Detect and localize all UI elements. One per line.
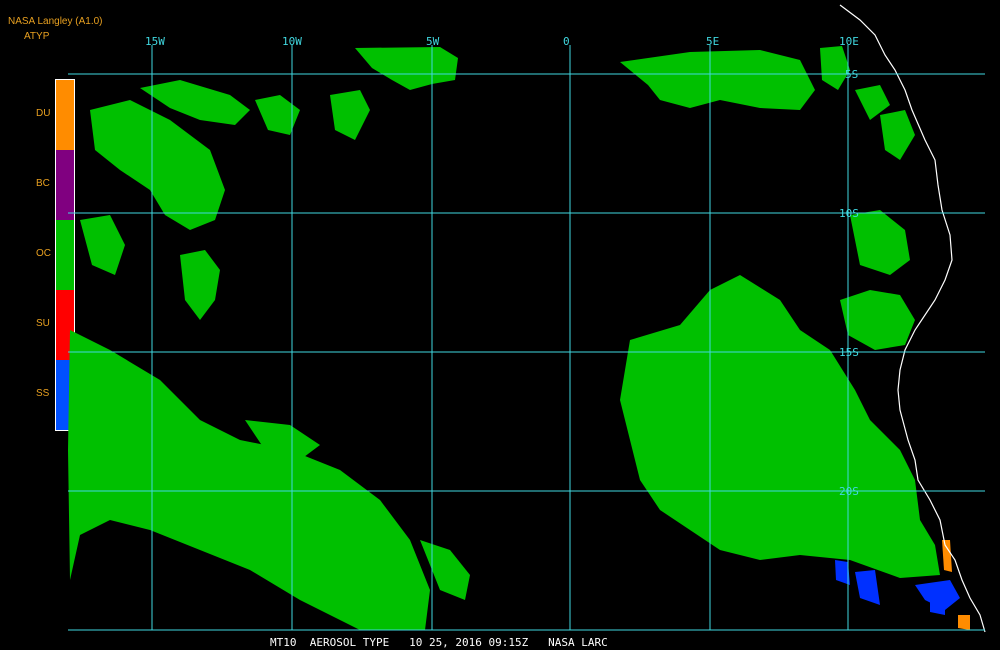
lat-label-5s: 5S xyxy=(845,68,858,81)
lon-label-15w: 15W xyxy=(145,35,165,48)
map-canvas: 15W 10W 5W 0 5E 10E 5S 10S 15S 20S xyxy=(68,4,986,633)
lon-label-10w: 10W xyxy=(282,35,302,48)
lon-label-0: 0 xyxy=(563,35,570,48)
lat-label-20s: 20S xyxy=(839,485,859,498)
lat-label-10s: 10S xyxy=(839,207,859,220)
aerosol-map-frame: NASA Langley (A1.0) ATYP DU BC OC SU SS xyxy=(0,0,1000,650)
footer-caption: MT10 AEROSOL TYPE 10 25, 2016 09:15Z NAS… xyxy=(270,636,608,649)
lon-label-10e: 10E xyxy=(839,35,859,48)
lat-label-15s: 15S xyxy=(839,346,859,359)
lon-label-5e: 5E xyxy=(706,35,719,48)
lon-label-5w: 5W xyxy=(426,35,440,48)
oc-aerosol-field xyxy=(68,46,940,630)
